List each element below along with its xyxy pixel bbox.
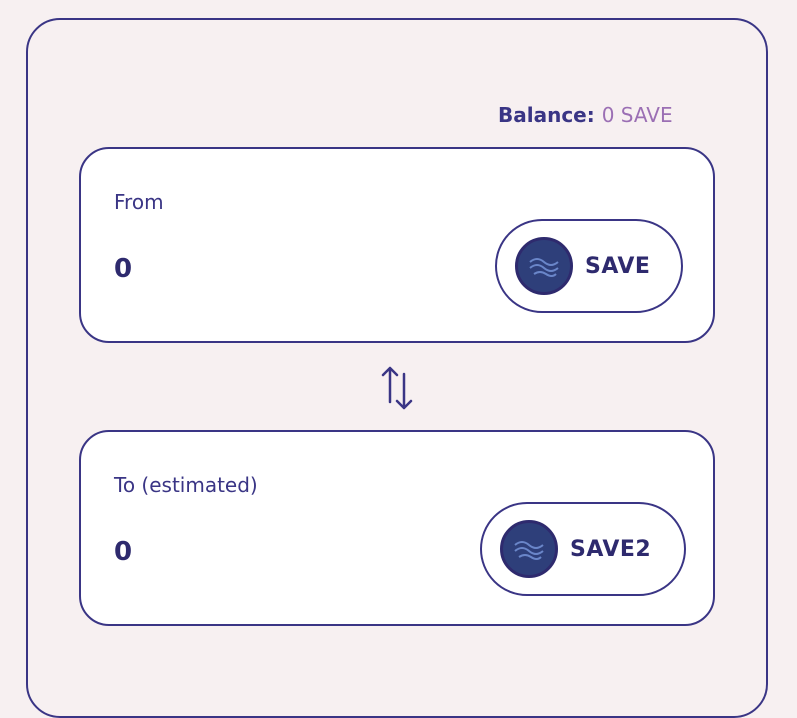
wave-token-icon — [500, 520, 558, 578]
from-amount-input[interactable] — [114, 254, 314, 284]
balance-value: 0 SAVE — [601, 103, 673, 127]
to-token-select-button[interactable]: SAVE2 — [480, 502, 686, 596]
swap-arrows-icon[interactable] — [376, 362, 420, 412]
to-label: To (estimated) — [114, 473, 258, 497]
from-token-name: SAVE — [585, 253, 651, 279]
to-panel: To (estimated) SAVE2 — [79, 430, 715, 626]
balance-display: Balance: 0 SAVE — [498, 103, 673, 127]
to-amount-input[interactable] — [114, 537, 314, 567]
to-token-name: SAVE2 — [570, 536, 652, 562]
from-panel: From SAVE — [79, 147, 715, 343]
balance-label: Balance: — [498, 103, 595, 127]
from-token-select-button[interactable]: SAVE — [495, 219, 683, 313]
wave-token-icon — [515, 237, 573, 295]
from-label: From — [114, 190, 164, 214]
